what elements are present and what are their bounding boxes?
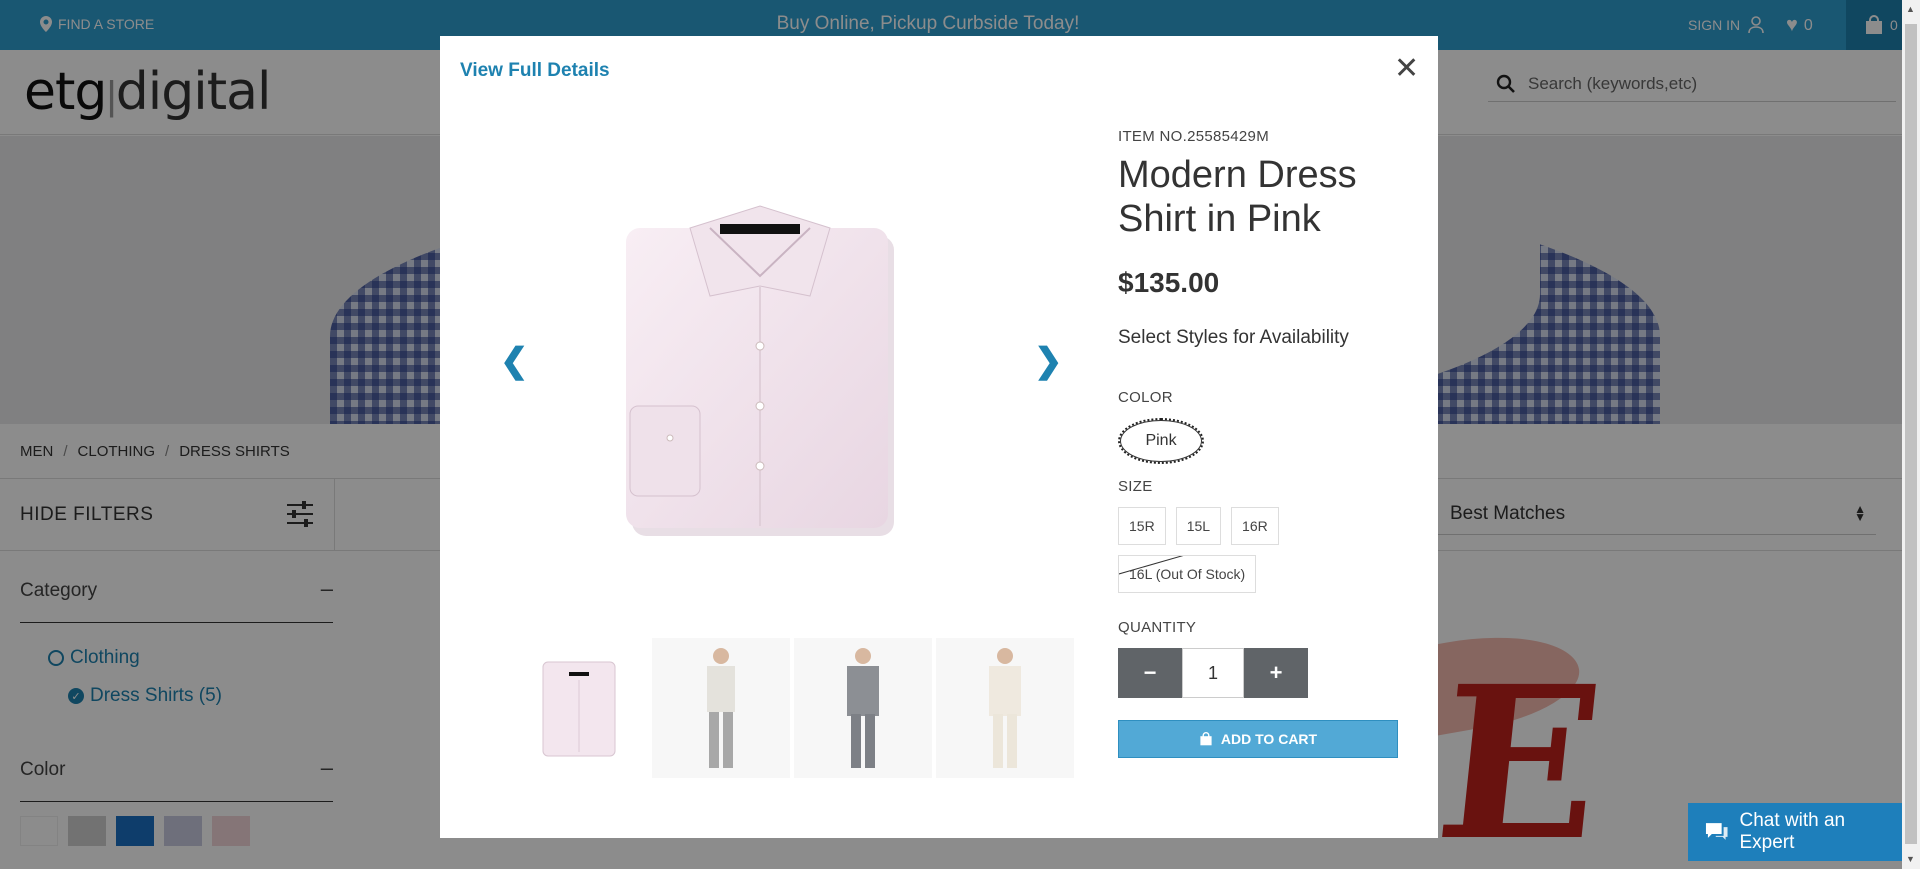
product-price: $135.00	[1118, 267, 1220, 298]
chat-bubbles-icon	[1705, 823, 1728, 840]
add-to-cart-label: ADD TO CART	[1220, 731, 1318, 747]
product-thumbnail[interactable]	[652, 638, 790, 778]
plus-icon: +	[1269, 660, 1283, 685]
availability-text: Select Styles for Availability	[1118, 327, 1349, 348]
increment-button[interactable]: +	[1244, 648, 1308, 698]
quick-view-modal: View Full Details ✕ ❮ ❯ ITEM NO.25585429…	[440, 36, 1438, 838]
product-info-panel: ITEM NO.25585429M Modern Dress Shirt in …	[1118, 128, 1418, 758]
product-thumbnail[interactable]	[794, 638, 932, 778]
quantity-input[interactable]: 1	[1182, 648, 1244, 698]
add-to-cart-button[interactable]: ADD TO CART	[1118, 720, 1398, 758]
quantity-label: QUANTITY	[1118, 619, 1197, 636]
minus-icon: −	[1143, 660, 1157, 685]
product-thumbnail[interactable]	[510, 638, 648, 778]
quantity-stepper: − 1 +	[1118, 648, 1418, 698]
product-title: Modern Dress Shirt in Pink	[1118, 154, 1357, 240]
size-option-out-of-stock: 16L (Out Of Stock)	[1118, 555, 1257, 593]
size-options: 15R 15L 16R 16L (Out Of Stock)	[1118, 507, 1418, 593]
color-label: COLOR	[1118, 389, 1173, 406]
color-option-pink[interactable]: Pink	[1118, 418, 1204, 464]
page-scrollbar[interactable]: ▲ ▼	[1902, 0, 1920, 869]
close-icon[interactable]: ✕	[1394, 54, 1419, 84]
size-option[interactable]: 15R	[1118, 507, 1166, 545]
model-thumbnail-image	[989, 648, 1021, 768]
scrollbar-thumb[interactable]	[1905, 24, 1917, 844]
chat-label: Chat with an Expert	[1739, 810, 1846, 853]
item-number: ITEM NO.25585429M	[1118, 128, 1269, 145]
size-option[interactable]: 16R	[1231, 507, 1279, 545]
view-full-details-link[interactable]: View Full Details	[460, 60, 610, 82]
size-option[interactable]: 15L	[1175, 507, 1222, 545]
product-main-image	[626, 205, 894, 536]
scroll-down-icon[interactable]: ▼	[1906, 854, 1915, 864]
shopping-bag-icon	[1200, 732, 1212, 746]
product-thumbnail[interactable]	[936, 638, 1074, 778]
chevron-right-icon[interactable]: ❯	[1034, 341, 1063, 381]
model-thumbnail-image	[707, 648, 735, 768]
shirt-thumbnail-image	[542, 661, 616, 757]
scroll-up-icon[interactable]: ▲	[1906, 4, 1915, 14]
model-thumbnail-image	[847, 648, 879, 768]
chat-with-expert-button[interactable]: Chat with an Expert	[1688, 803, 1902, 861]
chevron-left-icon[interactable]: ❮	[500, 341, 529, 381]
thumbnail-strip	[510, 638, 1074, 778]
decrement-button[interactable]: −	[1118, 648, 1182, 698]
size-label: SIZE	[1118, 478, 1153, 495]
